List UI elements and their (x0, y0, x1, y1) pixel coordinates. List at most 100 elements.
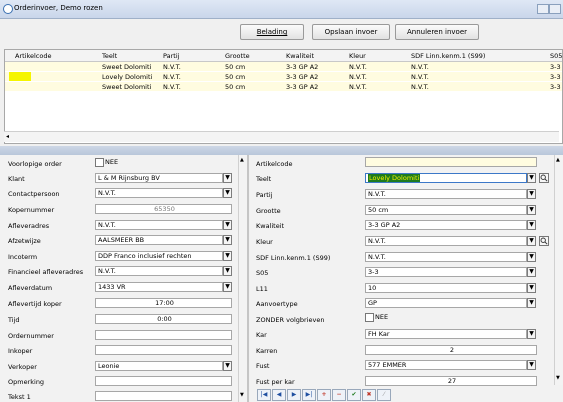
artikelcode-field[interactable] (365, 157, 537, 167)
contactpersoon-field[interactable]: N.V.T. (95, 188, 223, 198)
nav-next-icon[interactable]: ▶ (287, 389, 301, 401)
kleur-search-icon[interactable] (539, 236, 549, 246)
fust-dropdown-icon[interactable]: ▼ (527, 360, 536, 370)
voorlopige-checkbox[interactable] (95, 158, 104, 167)
l11-field[interactable]: 10 (365, 283, 527, 293)
scroll-left-icon[interactable]: ◂ (6, 133, 9, 140)
zonder-checkbox[interactable] (365, 313, 374, 322)
partij-dropdown-icon[interactable]: ▼ (527, 189, 536, 199)
cell-kleur: N.V.T. (349, 83, 367, 91)
afzetwijze-dropdown-icon[interactable]: ▼ (223, 235, 232, 245)
afleverdatum-field[interactable]: 1433 VR (95, 282, 223, 292)
contactpersoon-dropdown-icon[interactable]: ▼ (223, 188, 232, 198)
grid-horizontal-scrollbar[interactable]: ◂ (4, 131, 559, 142)
karren-field[interactable]: 2 (365, 345, 537, 355)
verkoper-field[interactable]: Leonie (95, 361, 223, 371)
col-sdf[interactable]: SDF Linn.kenm.1 (S99) (411, 52, 485, 60)
nav-refresh-icon[interactable]: ⁄ (377, 389, 391, 401)
kar-dropdown-icon[interactable]: ▼ (527, 329, 536, 339)
nav-add-icon[interactable]: + (317, 389, 331, 401)
l11-dropdown-icon[interactable]: ▼ (527, 283, 536, 293)
col-grootte[interactable]: Grootte (225, 52, 250, 60)
fust-label: Fust (256, 362, 270, 370)
col-teelt[interactable]: Teelt (102, 52, 117, 60)
grootte-field[interactable]: 50 cm (365, 205, 527, 215)
financieel-dropdown-icon[interactable]: ▼ (223, 266, 232, 276)
fust-field[interactable]: 577 EMMER (365, 360, 527, 370)
col-artikelcode[interactable]: Artikelcode (15, 52, 52, 60)
aflevertijd-label: Aflevertijd koper (8, 300, 62, 308)
right-panel-scrollbar[interactable]: ▲ ▼ (554, 155, 563, 385)
kleur-dropdown-icon[interactable]: ▼ (527, 236, 536, 246)
afleveradres-field[interactable]: N.V.T. (95, 220, 223, 230)
kar-field[interactable]: FH Kar (365, 329, 527, 339)
kopernummer-label: Kopernummer (8, 206, 55, 214)
col-partij[interactable]: Partij (163, 52, 179, 60)
klant-field[interactable]: L & M Rijnsburg BV (95, 173, 223, 183)
nav-post-icon[interactable]: ✔ (347, 389, 361, 401)
aanvoertype-field[interactable]: GP (365, 298, 527, 308)
incoterm-field[interactable]: DDP Franco inclusief rechten (95, 251, 223, 261)
left-panel-scrollbar[interactable]: ▲ ▼ (238, 155, 247, 402)
nav-delete-icon[interactable]: − (332, 389, 346, 401)
teelt-dropdown-icon[interactable]: ▼ (527, 173, 536, 183)
minimize-button[interactable] (537, 4, 549, 14)
maximize-button[interactable] (549, 4, 561, 14)
col-s05[interactable]: S05 (550, 52, 562, 60)
aanvoertype-label: Aanvoertype (256, 300, 298, 308)
kleur-label: Kleur (256, 238, 273, 246)
fustperkar-field[interactable]: 27 (365, 376, 537, 386)
scroll-down-icon[interactable]: ▼ (556, 375, 560, 381)
cell-grootte: 50 cm (225, 83, 246, 91)
kwaliteit-field[interactable]: 3-3 GP A2 (365, 220, 527, 230)
scroll-up-icon[interactable]: ▲ (556, 157, 560, 163)
sdf-dropdown-icon[interactable]: ▼ (527, 252, 536, 262)
save-button[interactable]: Opslaan invoer (312, 24, 390, 40)
tekst1-field[interactable] (95, 391, 232, 401)
kwaliteit-dropdown-icon[interactable]: ▼ (527, 220, 536, 230)
verkoper-dropdown-icon[interactable]: ▼ (223, 361, 232, 371)
nav-cancel-icon[interactable]: ✖ (362, 389, 376, 401)
col-kwaliteit[interactable]: Kwaliteit (286, 52, 314, 60)
ordernummer-field[interactable] (95, 330, 232, 340)
belading-button[interactable]: Belading (240, 24, 304, 40)
incoterm-dropdown-icon[interactable]: ▼ (223, 251, 232, 261)
col-kleur[interactable]: Kleur (349, 52, 366, 60)
aanvoertype-dropdown-icon[interactable]: ▼ (527, 298, 536, 308)
table-row[interactable]: Sweet Dolomiti N.V.T. 50 cm 3-3 GP A2 N.… (5, 62, 562, 71)
panel-divider[interactable] (247, 155, 249, 402)
kopernummer-field[interactable]: 65350 (95, 204, 232, 214)
kleur-field[interactable]: N.V.T. (365, 236, 527, 246)
inkoper-label: Inkoper (8, 347, 33, 355)
s05-dropdown-icon[interactable]: ▼ (527, 267, 536, 277)
panel-splitter[interactable] (0, 146, 563, 155)
cancel-button[interactable]: Annuleren invoer (395, 24, 479, 40)
afleveradres-dropdown-icon[interactable]: ▼ (223, 220, 232, 230)
teelt-search-icon[interactable] (539, 173, 549, 183)
partij-field[interactable]: N.V.T. (365, 189, 527, 199)
calendar-dropdown-icon[interactable]: ▼ (223, 282, 232, 292)
klant-dropdown-icon[interactable]: ▼ (223, 173, 232, 183)
active-cell[interactable] (9, 72, 31, 81)
scroll-up-icon[interactable]: ▲ (240, 157, 244, 163)
kar-label: Kar (256, 331, 267, 339)
table-row[interactable]: Lovely Dolomiti N.V.T. 50 cm 3-3 GP A2 N… (5, 72, 562, 81)
teelt-field[interactable]: Lovely Dolomiti (365, 173, 527, 183)
aflevertijd-field[interactable]: 17:00 (95, 298, 232, 308)
s05-field[interactable]: 3-3 (365, 267, 527, 277)
fustperkar-label: Fust per kar (256, 378, 295, 386)
afzetwijze-field[interactable]: AALSMEER BB (95, 235, 223, 245)
sdf-field[interactable]: N.V.T. (365, 252, 527, 262)
nav-first-icon[interactable]: |◀ (257, 389, 271, 401)
table-row[interactable]: Sweet Dolomiti N.V.T. 50 cm 3-3 GP A2 N.… (5, 82, 562, 91)
financieel-field[interactable]: N.V.T. (95, 266, 223, 276)
grootte-dropdown-icon[interactable]: ▼ (527, 205, 536, 215)
tijd-field[interactable]: 0:00 (95, 314, 232, 324)
opmerking-field[interactable] (95, 376, 232, 386)
order-grid[interactable]: Artikelcode Teelt Partij Grootte Kwalite… (4, 49, 563, 144)
nav-prev-icon[interactable]: ◀ (272, 389, 286, 401)
inkoper-field[interactable] (95, 345, 232, 355)
window-title: Orderinvoer, Demo rozen (14, 4, 103, 12)
scroll-down-icon[interactable]: ▼ (240, 392, 244, 398)
nav-last-icon[interactable]: ▶| (302, 389, 316, 401)
